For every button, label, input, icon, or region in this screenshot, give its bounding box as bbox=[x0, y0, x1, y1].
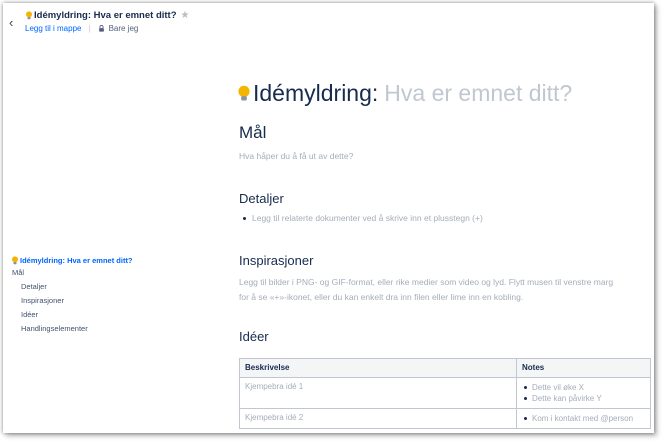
table-cell-description[interactable]: Kjempebra idé 1 bbox=[239, 377, 517, 409]
detaljer-placeholder: Legg til relaterte dokumenter ved å skri… bbox=[252, 213, 483, 223]
page-frame: ‹ Idémyldring: Hva er emnet ditt? ★ Legg… bbox=[3, 3, 654, 433]
list-item[interactable]: Kom i kontakt med @person bbox=[524, 413, 645, 424]
list-item[interactable]: Dette kan påvirke Y bbox=[524, 393, 645, 404]
lightbulb-icon bbox=[12, 255, 18, 264]
page-title[interactable]: Idémyldring: Hva er emnet ditt? bbox=[237, 79, 647, 107]
column-header-notes[interactable]: Notes bbox=[516, 358, 651, 378]
header-title: Idémyldring: Hva er emnet ditt? bbox=[34, 10, 177, 21]
table-cell-description[interactable]: Kjempebra idé 2 bbox=[239, 408, 517, 429]
toc-item-mal[interactable]: Mål bbox=[11, 266, 133, 280]
table-of-contents: Idémyldring: Hva er emnet ditt? Mål Deta… bbox=[11, 254, 133, 336]
heading-ideer[interactable]: Idéer bbox=[239, 329, 269, 344]
table-cell-notes[interactable]: Dette vil øke X Dette kan påvirke Y bbox=[516, 377, 651, 409]
toc-item-inspirasjoner[interactable]: Inspirasjoner bbox=[11, 294, 133, 308]
heading-detaljer[interactable]: Detaljer bbox=[239, 191, 284, 206]
table-row: Kjempebra idé 2 Kom i kontakt med @perso… bbox=[239, 408, 651, 429]
lightbulb-icon bbox=[238, 85, 250, 100]
list-item[interactable]: Dette vil øke X bbox=[524, 382, 645, 393]
header-title-row: Idémyldring: Hva er emnet ditt? ★ bbox=[25, 10, 190, 21]
notes-list: Kom i kontakt med @person bbox=[522, 413, 645, 424]
toc-title-label: Idémyldring: Hva er emnet ditt? bbox=[20, 255, 133, 265]
ideas-table: Beskrivelse Notes Kjempebra idé 1 Dette … bbox=[239, 358, 651, 429]
visibility-label[interactable]: Bare jeg bbox=[109, 24, 139, 33]
bullet bbox=[243, 216, 246, 220]
chevron-left-icon[interactable]: ‹ bbox=[9, 16, 13, 29]
column-header-beskrivelse[interactable]: Beskrivelse bbox=[239, 358, 517, 378]
page-header: ‹ Idémyldring: Hva er emnet ditt? ★ Legg… bbox=[3, 3, 654, 43]
lock-icon bbox=[98, 25, 104, 32]
page-content: Idémyldring: Hva er emnet ditt? Mål Hva … bbox=[237, 79, 651, 429]
header-meta: Legg til i mappe | Bare jeg bbox=[25, 24, 138, 33]
toc-item-handlingselementer[interactable]: Handlingselementer bbox=[11, 322, 133, 336]
lightbulb-icon bbox=[26, 11, 32, 20]
divider: | bbox=[88, 24, 91, 33]
heading-inspirasjoner[interactable]: Inspirasjoner bbox=[239, 253, 313, 268]
detaljer-list-item[interactable]: Legg til relaterte dokumenter ved å skri… bbox=[243, 213, 483, 223]
toc-item-detaljer[interactable]: Detaljer bbox=[11, 280, 133, 294]
add-to-folder-link[interactable]: Legg til i mappe bbox=[25, 24, 81, 33]
notes-list: Dette vil øke X Dette kan påvirke Y bbox=[522, 382, 645, 404]
page-title-text: Idémyldring: bbox=[253, 79, 379, 106]
inspirasjoner-placeholder[interactable]: Legg til bilder i PNG- og GIF-format, el… bbox=[239, 275, 619, 305]
mal-placeholder[interactable]: Hva håper du å få ut av dette? bbox=[239, 151, 353, 161]
toc-title[interactable]: Idémyldring: Hva er emnet ditt? bbox=[11, 254, 133, 266]
page-title-placeholder: Hva er emnet ditt? bbox=[384, 79, 573, 106]
table-cell-notes[interactable]: Kom i kontakt med @person bbox=[516, 408, 651, 429]
star-icon[interactable]: ★ bbox=[181, 10, 190, 21]
table-header-row: Beskrivelse Notes bbox=[239, 358, 651, 378]
toc-item-ideer[interactable]: Idéer bbox=[11, 308, 133, 322]
heading-mal[interactable]: Mål bbox=[239, 123, 266, 143]
table-row: Kjempebra idé 1 Dette vil øke X Dette ka… bbox=[239, 377, 651, 409]
